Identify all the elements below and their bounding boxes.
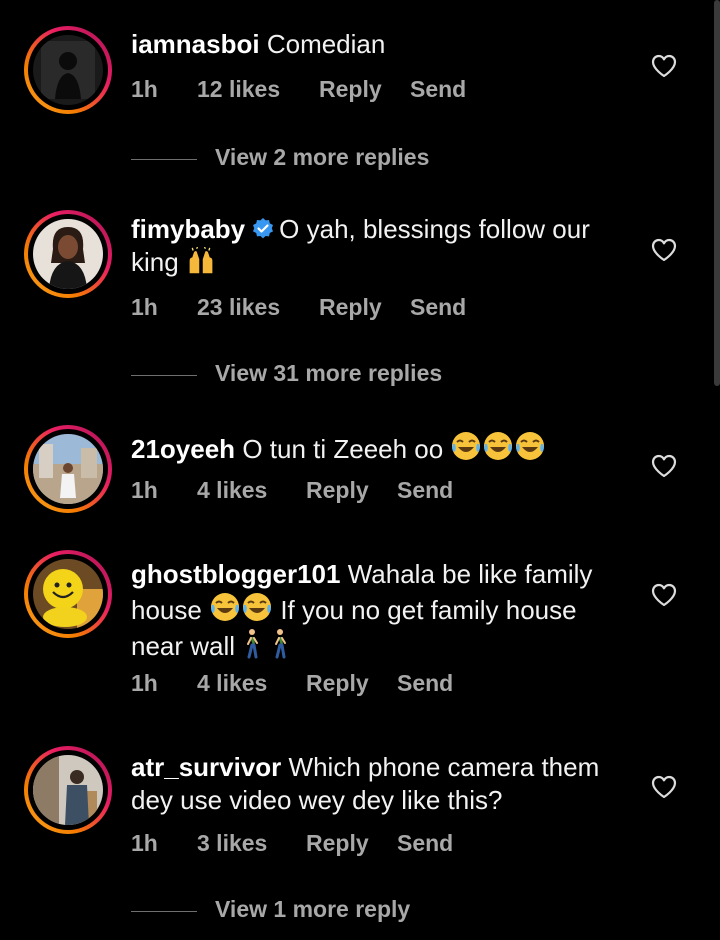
comment-username[interactable]: fimybaby [131,214,245,244]
comment-text: iamnasboi Comedian [131,28,631,61]
avatar[interactable] [24,746,112,834]
comment-body-line-1: Wahala be like family [347,559,593,589]
comment-username[interactable]: iamnasboi [131,29,260,59]
divider-line [131,911,197,912]
comment-body-line-3: near wall [131,631,236,661]
reply-button[interactable]: Reply [306,670,369,697]
send-button[interactable]: Send [410,76,466,103]
avatar-image [33,559,103,629]
comment-text: 21oyeeh O tun ti Zeeeh oo [131,430,631,466]
person-walking-emoji [242,627,262,659]
tears-of-joy-emoji [450,430,482,462]
reply-button[interactable]: Reply [306,477,369,504]
send-button[interactable]: Send [410,294,466,321]
comment-username[interactable]: atr_survivor [131,752,281,782]
verified-badge-icon [253,218,274,239]
tears-of-joy-emoji [514,430,546,462]
heart-icon[interactable] [651,775,677,799]
tears-of-joy-emoji [482,430,514,462]
person-walking-emoji [270,627,290,659]
comment-body-line-2: dey use video wey dey like this? [131,785,503,815]
tears-of-joy-emoji [209,591,241,623]
send-button[interactable]: Send [397,830,453,857]
comment-text: fimybaby O yah, blessings follow our king [131,213,631,279]
divider-line [131,375,197,376]
avatar-image [33,434,103,504]
view-replies-label: View 31 more replies [215,360,443,386]
avatar[interactable] [24,26,112,114]
comment-body-line-1: Which phone camera them [288,752,600,782]
comment-body: O tun ti Zeeeh oo [242,434,444,464]
comment-likes[interactable]: 4 likes [197,477,267,504]
raising-hands-emoji [186,247,216,275]
comment-text: atr_survivor Which phone camera them dey… [131,751,631,817]
divider-line [131,159,197,160]
comment-username[interactable]: ghostblogger101 [131,559,340,589]
heart-icon[interactable] [651,583,677,607]
reply-button[interactable]: Reply [319,294,382,321]
comment-body-line-2a: house [131,595,202,625]
avatar-image [33,755,103,825]
avatar-image [33,35,103,105]
comment-time: 1h [131,294,158,320]
heart-icon[interactable] [651,54,677,78]
view-replies-label: View 2 more replies [215,144,430,170]
send-button[interactable]: Send [397,670,453,697]
comment-username[interactable]: 21oyeeh [131,434,235,464]
comment-text: ghostblogger101 Wahala be like family ho… [131,558,631,663]
view-replies-label: View 1 more reply [215,896,411,922]
avatar-image [33,219,103,289]
comment-time: 1h [131,670,158,696]
comment-time: 1h [131,76,158,102]
reply-button[interactable]: Reply [319,76,382,103]
scrollbar[interactable] [714,0,720,386]
comment-body-line-2b: If you no get family house [280,595,577,625]
comment-likes[interactable]: 12 likes [197,76,280,103]
tears-of-joy-emoji [241,591,273,623]
comment-likes[interactable]: 4 likes [197,670,267,697]
comment-time: 1h [131,830,158,856]
comment-likes[interactable]: 3 likes [197,830,267,857]
reply-button[interactable]: Reply [306,830,369,857]
send-button[interactable]: Send [397,477,453,504]
comment-likes[interactable]: 23 likes [197,294,280,321]
avatar[interactable] [24,210,112,298]
avatar[interactable] [24,425,112,513]
comment-body: Comedian [266,29,386,59]
comment-time: 1h [131,477,158,503]
avatar[interactable] [24,550,112,638]
heart-icon[interactable] [651,238,677,262]
heart-icon[interactable] [651,454,677,478]
